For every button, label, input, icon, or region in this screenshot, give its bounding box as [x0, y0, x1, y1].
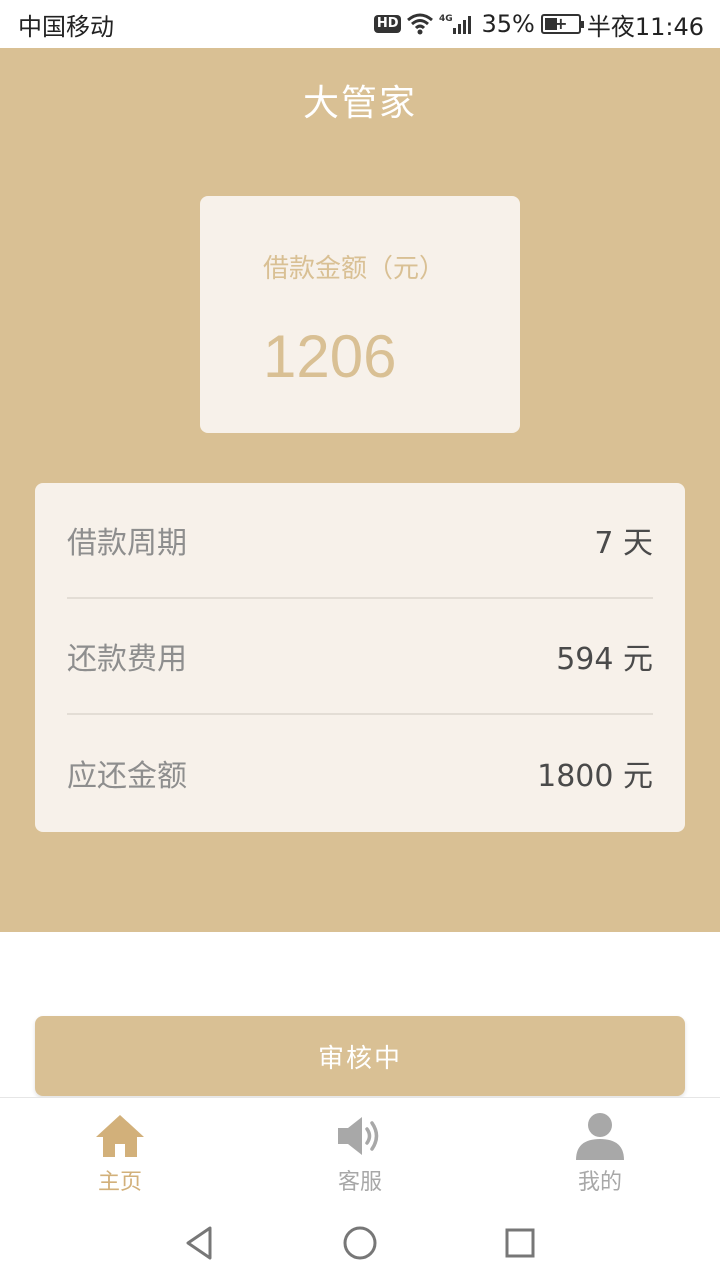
tab-customer-service[interactable]: 客服	[240, 1098, 480, 1205]
loan-amount-value: 1206	[263, 323, 397, 390]
system-nav-bar	[0, 1205, 720, 1280]
detail-row-term: 借款周期 7 天	[67, 483, 653, 599]
hd-badge: HD	[373, 15, 402, 33]
network-type-label: 4G	[439, 14, 453, 24]
speaker-icon	[338, 1117, 379, 1155]
loan-amount-label: 借款金额（元）	[263, 254, 446, 284]
home-icon	[96, 1115, 144, 1157]
loan-amount-card: 借款金额（元） 1206	[200, 196, 520, 433]
detail-label: 应还金额	[67, 759, 187, 794]
detail-value: 594 元	[556, 642, 653, 677]
cell-signal-icon: 4G	[439, 14, 472, 34]
user-icon	[576, 1113, 624, 1160]
detail-row-fee: 还款费用 594 元	[67, 599, 653, 715]
loan-details-card: 借款周期 7 天 还款费用 594 元 应还金额 1800 元	[35, 483, 685, 832]
home-circle-icon[interactable]	[340, 1223, 380, 1263]
review-status-button[interactable]: 审核中	[35, 1016, 685, 1096]
status-indicators: HD 4G 35% + 半夜11:46	[373, 7, 704, 42]
detail-label: 还款费用	[67, 642, 187, 677]
carrier-label: 中国移动	[18, 12, 114, 41]
tab-label: 主页	[97, 1170, 142, 1195]
battery-percent: 35%	[481, 10, 535, 38]
detail-label: 借款周期	[67, 526, 187, 561]
tab-label: 我的	[577, 1170, 622, 1195]
bottom-tab-bar: 主页 客服 我的	[0, 1097, 720, 1205]
battery-icon: +	[540, 14, 584, 34]
page-title: 大管家	[302, 83, 417, 124]
detail-value: 1800 元	[537, 759, 653, 794]
detail-row-total: 应还金额 1800 元	[67, 715, 653, 831]
tab-profile[interactable]: 我的	[480, 1098, 720, 1205]
header-panel: 大管家 借款金额（元） 1206 借款周期 7 天 还款费用 594 元 应还金…	[0, 48, 720, 932]
detail-value: 7 天	[594, 526, 653, 561]
tab-label: 客服	[337, 1170, 382, 1195]
recents-icon[interactable]	[500, 1223, 540, 1263]
back-icon[interactable]	[180, 1223, 220, 1263]
wifi-icon	[407, 13, 434, 35]
tab-home[interactable]: 主页	[0, 1098, 240, 1205]
status-bar: 中国移动 HD 4G 35% + 半夜11:46	[0, 0, 720, 48]
clock: 半夜11:46	[586, 12, 704, 41]
